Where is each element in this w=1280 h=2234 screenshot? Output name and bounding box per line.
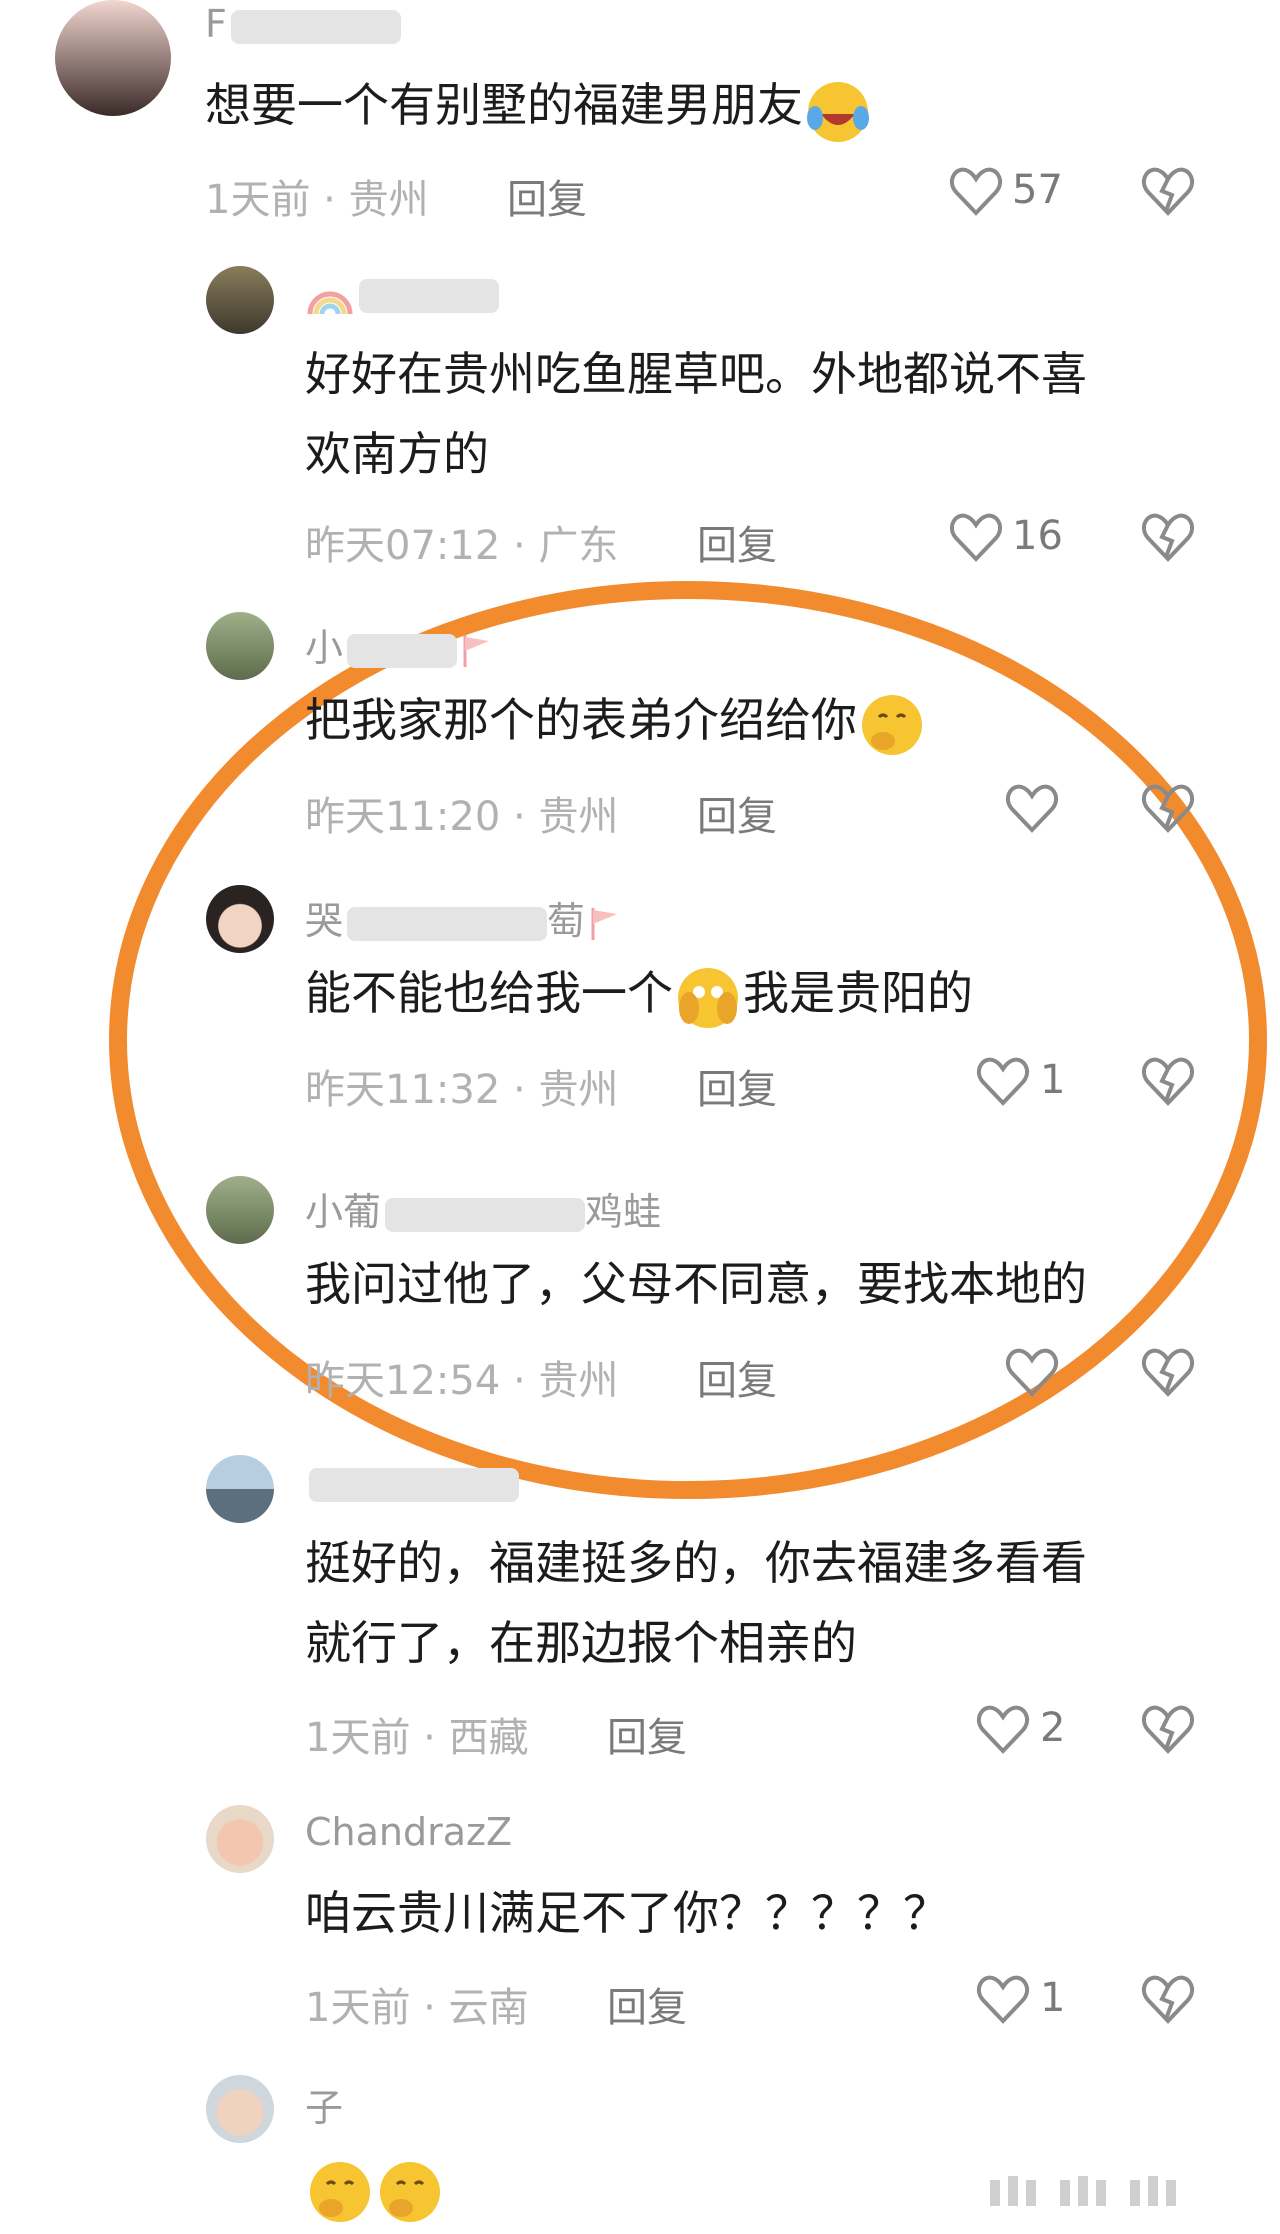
broken-heart-icon[interactable] (1140, 1346, 1196, 1398)
avatar[interactable] (206, 885, 274, 953)
heart-icon[interactable] (948, 511, 1004, 563)
location: 贵州 (538, 1358, 619, 1404)
location: 贵州 (348, 177, 429, 223)
shush-emoji-icon (310, 2161, 370, 2222)
location: 广东 (538, 523, 619, 569)
location: 贵州 (538, 1067, 619, 1113)
shush-emoji-icon (862, 694, 922, 755)
flag-icon (591, 907, 618, 940)
reply-button[interactable]: 回复 (607, 1975, 687, 2033)
reply-button[interactable]: 回复 (697, 1057, 777, 1115)
location: 贵州 (538, 794, 619, 840)
comment-text: 能不能也给我一个 (305, 966, 673, 1020)
avatar[interactable] (55, 0, 171, 116)
reply-button[interactable]: 回复 (697, 784, 777, 842)
heart-icon[interactable] (948, 165, 1004, 217)
comment-text: 把我家那个的表弟介绍给你 (305, 693, 857, 747)
like-count: 2 (1040, 1705, 1066, 1751)
broken-heart-icon[interactable] (1140, 511, 1196, 563)
username[interactable]: 子 (305, 2077, 343, 2132)
avatar[interactable] (206, 266, 274, 334)
broken-heart-icon[interactable] (1140, 1973, 1196, 2025)
avatar[interactable] (206, 1455, 274, 1523)
rainbow-icon (307, 291, 353, 314)
comment-text-tail: 我是贵阳的 (743, 966, 973, 1020)
comment-text: 咱云贵川满足不了你？？？？？ (305, 1886, 949, 1940)
reply-button[interactable]: 回复 (697, 513, 777, 571)
time: 1天前 (205, 177, 311, 223)
heart-icon[interactable] (1004, 1346, 1060, 1398)
time: 1天前 (305, 1715, 411, 1761)
broken-heart-icon[interactable] (1140, 782, 1196, 834)
location: 云南 (448, 1985, 529, 2031)
location: 西藏 (448, 1715, 529, 1761)
broken-heart-icon[interactable] (1140, 1703, 1196, 1755)
broken-heart-icon[interactable] (1140, 1055, 1196, 1107)
comment-text: 好好在贵州吃鱼腥草吧。外地都说不喜 (305, 347, 1087, 401)
avatar[interactable] (206, 2075, 274, 2143)
username[interactable]: 小 (305, 626, 343, 670)
like-count: 1 (1040, 1057, 1066, 1103)
like-count: 57 (1012, 167, 1063, 213)
like-count: 1 (1040, 1975, 1066, 2021)
time: 1天前 (305, 1985, 411, 2031)
comment-text: 想要一个有别墅的福建男朋友 (205, 78, 803, 132)
face-palm-emoji-icon (678, 967, 738, 1028)
time: 昨天11:20 (305, 794, 501, 840)
like-count: 16 (1012, 513, 1063, 559)
watermark (990, 2176, 1176, 2206)
heart-icon[interactable] (975, 1055, 1031, 1107)
comment-text-line2: 就行了，在那边报个相亲的 (305, 1616, 857, 1670)
username[interactable]: 哭 (305, 899, 343, 943)
time: 昨天07:12 (305, 523, 501, 569)
comment-text: 我问过他了，父母不同意，要找本地的 (305, 1257, 1087, 1311)
reply-button[interactable]: 回复 (697, 1348, 777, 1406)
avatar[interactable] (206, 1176, 274, 1244)
shush-emoji-icon (380, 2161, 440, 2222)
heart-icon[interactable] (975, 1973, 1031, 2025)
broken-heart-icon[interactable] (1140, 165, 1196, 217)
comment-text-line2: 欢南方的 (305, 427, 489, 481)
laugh-cry-emoji-icon (807, 81, 869, 142)
avatar[interactable] (206, 612, 274, 680)
username[interactable]: 小葡 (305, 1190, 381, 1234)
username-tail: 鸡蛙 (585, 1190, 662, 1234)
comment-text: 挺好的，福建挺多的，你去福建多看看 (305, 1536, 1087, 1590)
username-tail: 萄 (547, 899, 586, 943)
username[interactable]: F (205, 2, 227, 46)
time: 昨天12:54 (305, 1358, 501, 1404)
username[interactable]: ChandrazZ (305, 1810, 512, 1854)
flag-icon (463, 634, 490, 667)
time: 昨天11:32 (305, 1067, 501, 1113)
avatar[interactable] (206, 1805, 274, 1873)
reply-button[interactable]: 回复 (507, 167, 587, 225)
reply-button[interactable]: 回复 (607, 1705, 687, 1763)
heart-icon[interactable] (975, 1703, 1031, 1755)
heart-icon[interactable] (1004, 782, 1060, 834)
